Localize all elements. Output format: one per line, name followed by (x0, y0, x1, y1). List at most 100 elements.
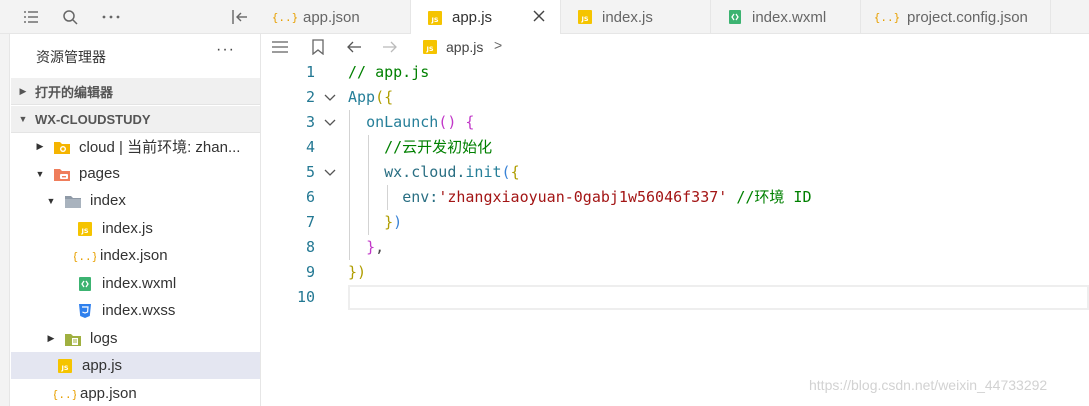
code-line-3: onLaunch() { (348, 110, 474, 135)
code-bracket: } (366, 238, 376, 256)
code-line-5: wx.cloud.init({ (348, 160, 520, 185)
code-line-6: env:'zhangxiaoyuan-0gabj1w56046f337' //环… (348, 185, 811, 210)
section-open-editors[interactable]: ▶ 打开的编辑器 (11, 78, 260, 105)
code-comment: // app.js (348, 63, 430, 81)
tree-item-index-js[interactable]: JS index.js (11, 215, 260, 242)
code-method: onLaunch (366, 113, 439, 131)
code-line-8: }, (348, 235, 384, 260)
code-string: 'zhangxiaoyuan-0gabj1w56046f337' (438, 188, 728, 206)
code-bracket: ) (357, 263, 367, 281)
tree-item-label: index.wxss (102, 302, 176, 319)
js-file-icon: JS (576, 8, 594, 26)
line-number: 6 (305, 188, 315, 206)
tab-app-js[interactable]: JS app.js (411, 0, 561, 35)
collapse-sidebar-icon[interactable] (230, 7, 250, 27)
tab-index-wxml[interactable]: index.wxml (711, 0, 861, 34)
tab-project-config-json[interactable]: {..} project.config.json (861, 0, 1051, 34)
search-icon[interactable] (60, 7, 80, 27)
line-number: 5 (305, 163, 315, 181)
tree-item-app-js[interactable]: JS app.js (11, 352, 260, 379)
tree-item-cloud[interactable]: ▶ cloud | 当前环境: zhan... (11, 133, 260, 160)
code-bracket: ( (501, 163, 511, 181)
tree-item-logs[interactable]: ▶ logs (11, 325, 260, 352)
code-line-2: App({ (348, 85, 393, 110)
fold-chevron-icon[interactable] (323, 110, 337, 135)
code-bracket: ) (393, 213, 403, 231)
line-number: 10 (296, 288, 315, 306)
watermark: https://blog.csdn.net/weixin_44733292 (809, 377, 1048, 393)
tree-item-label: index.json (100, 247, 168, 264)
explorer-title: 资源管理器 (36, 49, 106, 65)
activity-strip (0, 34, 10, 406)
list-icon[interactable] (21, 7, 41, 27)
js-file-icon: JS (421, 38, 439, 56)
tree-item-label: index (90, 192, 126, 209)
close-icon[interactable] (532, 9, 546, 23)
section-project[interactable]: ▼ WX-CLOUDSTUDY (11, 106, 260, 133)
fold-chevron-icon[interactable] (323, 160, 337, 185)
tab-label: app.json (303, 8, 360, 26)
line-number: 3 (305, 113, 315, 131)
code-key: env: (402, 188, 439, 206)
tab-label: project.config.json (907, 8, 1028, 26)
fold-chevron-icon[interactable] (323, 85, 337, 110)
tree-item-label: pages (79, 165, 120, 182)
line-number: 4 (305, 138, 315, 156)
tab-app-json[interactable]: {..} app.json (261, 0, 411, 34)
line-number: 1 (305, 63, 315, 81)
tree-item-index-wxss[interactable]: index.wxss (11, 297, 260, 324)
code-object: wx.cloud. (384, 163, 466, 181)
svg-text:JS: JS (425, 45, 433, 53)
cloud-folder-icon (53, 138, 71, 156)
tree-item-pages[interactable]: ▼ pages (11, 160, 260, 187)
expanded-arrow-icon: ▼ (18, 114, 28, 124)
outline-list-icon[interactable] (271, 38, 289, 56)
tree-item-index-json[interactable]: {..} index.json (11, 242, 260, 269)
tab-index-js[interactable]: JS index.js (561, 0, 711, 34)
tree-item-label: cloud | 当前环境: zhan... (79, 139, 241, 156)
code-function: App (348, 88, 376, 106)
svg-text:{..}: {..} (74, 250, 96, 263)
code-editor[interactable]: 1 2 3 4 5 6 7 8 9 10 // app.js App({ onL… (261, 60, 1089, 406)
bookmark-icon[interactable] (309, 38, 327, 56)
forward-arrow-icon[interactable] (381, 38, 399, 56)
current-line-highlight (348, 285, 1089, 310)
back-arrow-icon[interactable] (345, 38, 363, 56)
tree-item-app-json[interactable]: {..} app.json (11, 380, 260, 406)
tree-item-label: app.js (82, 357, 123, 374)
tab-label: index.wxml (752, 8, 827, 26)
line-number: 9 (305, 263, 315, 281)
code-line-4: //云开发初始化 (348, 135, 492, 160)
explorer-toolbar (0, 0, 261, 34)
code-method: init (465, 163, 502, 181)
section-label: WX-CLOUDSTUDY (35, 111, 151, 127)
code-line-9: }) (348, 260, 366, 285)
explorer-more-button[interactable]: ··· (216, 41, 235, 59)
svg-text:{..}: {..} (273, 11, 297, 24)
wxss-file-icon (76, 302, 94, 320)
line-number: 7 (305, 213, 315, 231)
tree-item-label: index.wxml (102, 275, 177, 292)
js-file-icon: JS (426, 9, 444, 27)
code-bracket: { (510, 163, 520, 181)
code-comment: //云开发初始化 (384, 138, 493, 156)
breadcrumb-separator: > (494, 37, 503, 53)
code-bracket: () (438, 113, 457, 131)
line-number: 2 (305, 88, 315, 106)
tree-item-index-folder[interactable]: ▼ index (11, 187, 260, 214)
json-file-icon: {..} (875, 8, 899, 26)
editor-tabs: {..} app.json JS app.js JS index.js inde… (261, 0, 1089, 35)
js-file-icon: JS (76, 220, 94, 238)
code-bracket: } (348, 263, 358, 281)
line-number: 8 (305, 238, 315, 256)
json-file-icon: {..} (273, 8, 297, 26)
code-line-1: // app.js (348, 60, 429, 85)
more-icon[interactable] (101, 7, 121, 27)
tab-label: app.js (452, 9, 493, 26)
breadcrumb-file[interactable]: app.js (446, 39, 483, 55)
folder-icon (64, 192, 82, 210)
code-line-7: }) (348, 210, 402, 235)
folder-icon (64, 330, 82, 348)
tree-item-label: logs (90, 330, 118, 347)
tree-item-index-wxml[interactable]: index.wxml (11, 270, 260, 297)
